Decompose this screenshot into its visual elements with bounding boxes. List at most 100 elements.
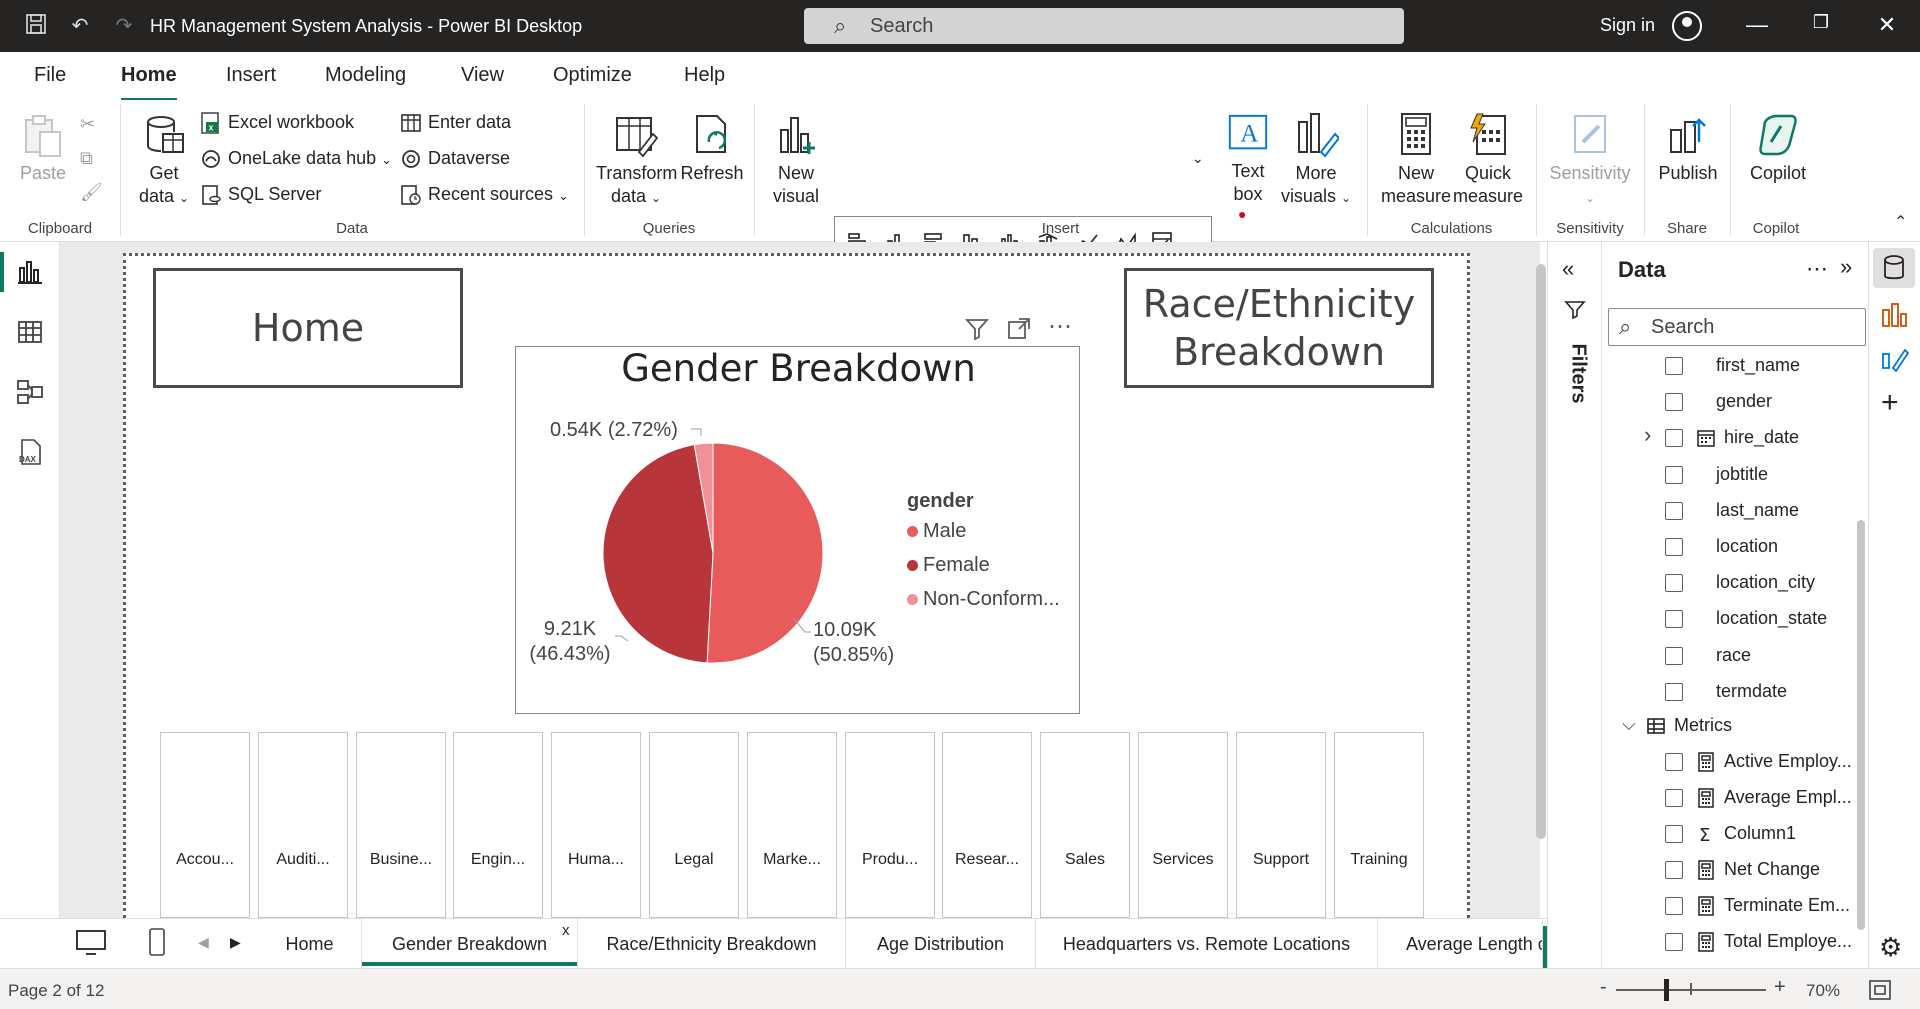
tab-help[interactable]: Help bbox=[684, 64, 725, 87]
slicer-tile[interactable]: Training bbox=[1334, 732, 1424, 918]
field-item[interactable]: › hire_date bbox=[1602, 420, 1869, 456]
page-tab-average-length[interactable]: Average Length o bbox=[1378, 918, 1543, 968]
metrics-table-node[interactable]: ⌵ Metrics bbox=[1602, 708, 1869, 744]
zoom-slider-thumb[interactable] bbox=[1664, 979, 1669, 1001]
cut-icon[interactable]: ✂ bbox=[80, 114, 95, 135]
legend-item-non-conforming[interactable]: Non-Conform... bbox=[907, 588, 1060, 611]
pie-slice-male[interactable] bbox=[706, 442, 824, 664]
field-checkbox[interactable] bbox=[1665, 647, 1683, 665]
page-tab-age-distribution[interactable]: Age Distribution bbox=[846, 918, 1036, 968]
tab-optimize[interactable]: Optimize bbox=[553, 64, 632, 87]
field-item[interactable]: location_city bbox=[1602, 565, 1869, 601]
focus-mode-icon[interactable] bbox=[1006, 316, 1032, 348]
measure-item[interactable]: Total Employe... bbox=[1602, 924, 1869, 960]
slicer-tile[interactable]: Auditi... bbox=[258, 732, 348, 918]
save-icon[interactable] bbox=[22, 12, 50, 40]
sql-server-button[interactable]: SQL Server bbox=[200, 184, 321, 206]
model-view-icon[interactable] bbox=[16, 378, 44, 406]
legend-item-male[interactable]: Male bbox=[907, 520, 966, 543]
close-page-icon[interactable]: x bbox=[562, 922, 570, 939]
field-checkbox[interactable] bbox=[1665, 357, 1683, 375]
filter-icon[interactable] bbox=[964, 316, 990, 348]
copy-icon[interactable]: ⧉ bbox=[80, 148, 93, 169]
expand-filters-icon[interactable]: « bbox=[1562, 256, 1574, 282]
new-visual-button[interactable]: New visual bbox=[768, 112, 824, 208]
measure-checkbox[interactable] bbox=[1665, 861, 1683, 879]
format-pane-icon[interactable] bbox=[1879, 342, 1910, 377]
field-checkbox[interactable] bbox=[1665, 538, 1683, 556]
legend-item-female[interactable]: Female bbox=[907, 554, 990, 577]
measure-item[interactable]: Σ Column1 bbox=[1602, 816, 1869, 852]
race-ethnicity-nav-button[interactable]: Race/Ethnicity Breakdown bbox=[1124, 268, 1434, 388]
prev-page-arrow-icon[interactable]: ◀ bbox=[198, 934, 209, 951]
field-item[interactable]: location_state bbox=[1602, 601, 1869, 637]
transform-data-button[interactable]: Transform data ⌄ bbox=[596, 112, 677, 210]
measure-checkbox[interactable] bbox=[1665, 933, 1683, 951]
slicer-tile[interactable]: Sales bbox=[1040, 732, 1130, 918]
measure-checkbox[interactable] bbox=[1665, 753, 1683, 771]
field-checkbox[interactable] bbox=[1665, 393, 1683, 411]
filters-pane-collapsed[interactable]: « Filters bbox=[1547, 242, 1601, 968]
page-tab-gender-breakdown[interactable]: Gender Breakdown bbox=[362, 918, 578, 968]
measure-item[interactable]: Active Employ... bbox=[1602, 744, 1869, 780]
close-window-icon[interactable]: ✕ bbox=[1872, 12, 1902, 38]
tab-modeling[interactable]: Modeling bbox=[325, 64, 406, 87]
zoom-in-button[interactable]: + bbox=[1774, 976, 1786, 999]
enter-data-button[interactable]: Enter data bbox=[400, 112, 511, 134]
slicer-tile[interactable]: Accou... bbox=[160, 732, 250, 918]
more-visuals-button[interactable]: More visuals ⌄ bbox=[1280, 112, 1352, 210]
page-tab-headquarters-remote[interactable]: Headquarters vs. Remote Locations bbox=[1036, 918, 1378, 968]
slicer-tile[interactable]: Support bbox=[1236, 732, 1326, 918]
slicer-tile[interactable]: Legal bbox=[649, 732, 739, 918]
field-item[interactable]: first_name bbox=[1602, 348, 1869, 384]
field-checkbox[interactable] bbox=[1665, 574, 1683, 592]
collapse-data-pane-icon[interactable]: » bbox=[1840, 254, 1852, 280]
page-tab-race-ethnicity[interactable]: Race/Ethnicity Breakdown bbox=[578, 918, 846, 968]
add-pane-icon[interactable]: + bbox=[1881, 386, 1899, 420]
field-checkbox[interactable] bbox=[1665, 466, 1683, 484]
visualizations-pane-icon[interactable] bbox=[1879, 300, 1909, 335]
measure-checkbox[interactable] bbox=[1665, 789, 1683, 807]
restore-icon[interactable]: ❐ bbox=[1806, 12, 1836, 33]
undo-icon[interactable]: ↶ bbox=[66, 12, 94, 40]
measure-item[interactable]: Average Empl... bbox=[1602, 780, 1869, 816]
desktop-layout-icon[interactable] bbox=[74, 928, 108, 963]
tab-view[interactable]: View bbox=[461, 64, 504, 87]
chevron-down-icon[interactable]: ⌵ bbox=[1622, 714, 1636, 735]
data-pane-tab[interactable] bbox=[1873, 248, 1915, 288]
data-pane-scrollbar[interactable] bbox=[1857, 520, 1865, 930]
new-measure-button[interactable]: New measure bbox=[1378, 112, 1454, 208]
dataverse-button[interactable]: Dataverse bbox=[400, 148, 510, 170]
field-item[interactable]: race bbox=[1602, 638, 1869, 674]
slicer-tile[interactable]: Produ... bbox=[845, 732, 935, 918]
sensitivity-button[interactable]: Sensitivity ⌄ bbox=[1544, 112, 1636, 210]
zoom-level[interactable]: 70% bbox=[1806, 981, 1840, 1001]
copilot-button[interactable]: Copilot bbox=[1740, 112, 1816, 185]
tab-file[interactable]: File bbox=[34, 64, 66, 87]
mobile-layout-icon[interactable] bbox=[146, 926, 168, 963]
more-options-icon[interactable]: ⋯ bbox=[1048, 312, 1072, 341]
text-box-button[interactable]: A Text box bbox=[1222, 112, 1274, 206]
slicer-tile[interactable]: Marke... bbox=[747, 732, 837, 918]
account-avatar-icon[interactable] bbox=[1672, 11, 1702, 41]
next-page-arrow-icon[interactable]: ▶ bbox=[230, 934, 241, 951]
field-item[interactable]: termdate bbox=[1602, 674, 1869, 710]
chevron-right-icon[interactable]: › bbox=[1644, 422, 1651, 448]
onelake-data-hub-button[interactable]: OneLake data hub ⌄ bbox=[200, 148, 392, 170]
tab-home[interactable]: Home bbox=[121, 64, 177, 102]
recent-sources-button[interactable]: Recent sources ⌄ bbox=[400, 184, 569, 206]
measure-checkbox[interactable] bbox=[1665, 825, 1683, 843]
field-item[interactable]: gender bbox=[1602, 384, 1869, 420]
publish-button[interactable]: Publish bbox=[1652, 112, 1724, 185]
field-checkbox[interactable] bbox=[1665, 683, 1683, 701]
report-view-icon[interactable] bbox=[0, 252, 44, 292]
slicer-tile[interactable]: Engin... bbox=[453, 732, 543, 918]
page-tab-home[interactable]: Home bbox=[258, 918, 362, 968]
tab-insert[interactable]: Insert bbox=[226, 64, 276, 87]
minimize-icon[interactable]: — bbox=[1742, 12, 1772, 38]
sign-in-link[interactable]: Sign in bbox=[1600, 15, 1655, 36]
slicer-tile[interactable]: Huma... bbox=[551, 732, 641, 918]
field-item[interactable]: last_name bbox=[1602, 493, 1869, 529]
zoom-out-button[interactable]: - bbox=[1600, 976, 1607, 999]
measure-item[interactable]: Net Change bbox=[1602, 852, 1869, 888]
